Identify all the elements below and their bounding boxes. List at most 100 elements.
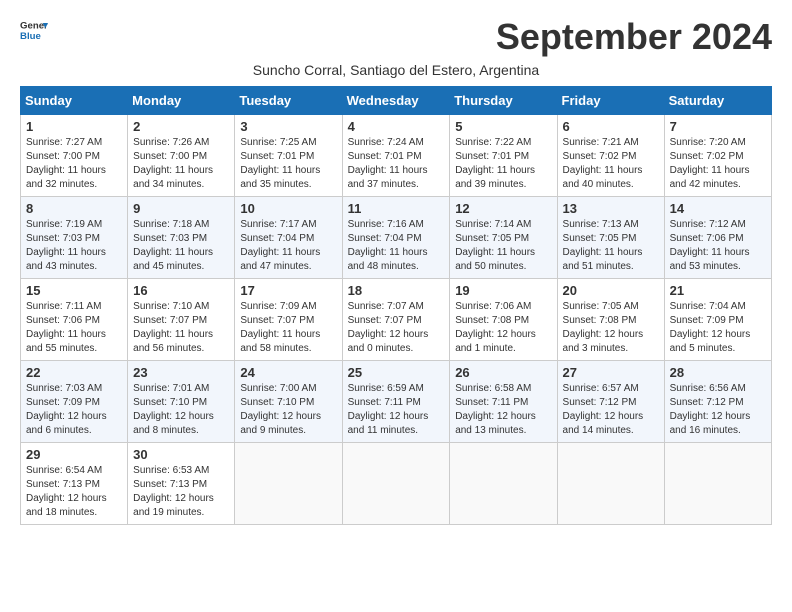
day-info: Sunrise: 7:24 AM Sunset: 7:01 PM Dayligh… — [348, 136, 445, 192]
day-info: Sunrise: 6:59 AM Sunset: 7:11 PM Dayligh… — [348, 382, 445, 438]
day-info: Sunrise: 7:22 AM Sunset: 7:01 PM Dayligh… — [455, 136, 551, 192]
calendar-cell: 29Sunrise: 6:54 AM Sunset: 7:13 PM Dayli… — [21, 443, 128, 525]
day-number: 20 — [563, 283, 659, 298]
calendar-cell: 21Sunrise: 7:04 AM Sunset: 7:09 PM Dayli… — [664, 279, 771, 361]
day-info: Sunrise: 7:10 AM Sunset: 7:07 PM Dayligh… — [133, 300, 229, 356]
day-info: Sunrise: 7:12 AM Sunset: 7:06 PM Dayligh… — [670, 218, 766, 274]
day-number: 26 — [455, 365, 551, 380]
day-info: Sunrise: 7:03 AM Sunset: 7:09 PM Dayligh… — [26, 382, 122, 438]
day-number: 11 — [348, 201, 445, 216]
calendar-cell: 18 Sunrise: 7:07 AM Sunset: 7:07 PM Dayli… — [342, 279, 450, 361]
day-number: 8 — [26, 201, 122, 216]
day-number: 18 — [348, 283, 445, 298]
day-number: 14 — [670, 201, 766, 216]
page-header: General Blue September 2024 — [20, 16, 772, 58]
day-info: Sunrise: 6:56 AM Sunset: 7:12 PM Dayligh… — [670, 382, 766, 438]
day-number: 27 — [563, 365, 659, 380]
calendar-cell: 9Sunrise: 7:18 AM Sunset: 7:03 PM Daylig… — [128, 197, 235, 279]
header-cell-friday: Friday — [557, 87, 664, 115]
calendar-cell: 15 Sunrise: 7:11 AM Sunset: 7:06 PM Dayli… — [21, 279, 128, 361]
calendar-cell — [450, 443, 557, 525]
calendar-cell — [557, 443, 664, 525]
calendar-header-row: SundayMondayTuesdayWednesdayThursdayFrid… — [21, 87, 772, 115]
calendar-cell — [235, 443, 342, 525]
calendar-cell: 19Sunrise: 7:06 AM Sunset: 7:08 PM Dayli… — [450, 279, 557, 361]
calendar-cell: 3 Sunrise: 7:25 AM Sunset: 7:01 PM Daylig… — [235, 115, 342, 197]
calendar-week-3: 15 Sunrise: 7:11 AM Sunset: 7:06 PM Dayli… — [21, 279, 772, 361]
calendar-week-2: 8 Sunrise: 7:19 AM Sunset: 7:03 PM Daylig… — [21, 197, 772, 279]
calendar-cell: 10 Sunrise: 7:17 AM Sunset: 7:04 PM Dayli… — [235, 197, 342, 279]
calendar-cell: 17 Sunrise: 7:09 AM Sunset: 7:07 PM Dayli… — [235, 279, 342, 361]
day-number: 2 — [133, 119, 229, 134]
calendar-body: 1 Sunrise: 7:27 AM Sunset: 7:00 PM Daylig… — [21, 115, 772, 525]
month-title: September 2024 — [496, 16, 772, 58]
day-number: 5 — [455, 119, 551, 134]
header-cell-saturday: Saturday — [664, 87, 771, 115]
day-info: Sunrise: 7:27 AM Sunset: 7:00 PM Dayligh… — [26, 136, 122, 192]
day-number: 25 — [348, 365, 445, 380]
header-cell-sunday: Sunday — [21, 87, 128, 115]
day-number: 13 — [563, 201, 659, 216]
calendar-cell: 14 Sunrise: 7:12 AM Sunset: 7:06 PM Dayli… — [664, 197, 771, 279]
calendar-cell: 4 Sunrise: 7:24 AM Sunset: 7:01 PM Daylig… — [342, 115, 450, 197]
day-info: Sunrise: 7:11 AM Sunset: 7:06 PM Dayligh… — [26, 300, 122, 356]
day-info: Sunrise: 7:09 AM Sunset: 7:07 PM Dayligh… — [240, 300, 336, 356]
day-number: 24 — [240, 365, 336, 380]
day-number: 3 — [240, 119, 336, 134]
svg-text:Blue: Blue — [20, 31, 41, 42]
calendar-week-5: 29Sunrise: 6:54 AM Sunset: 7:13 PM Dayli… — [21, 443, 772, 525]
day-info: Sunrise: 6:54 AM Sunset: 7:13 PM Dayligh… — [26, 464, 122, 520]
calendar-cell: 2Sunrise: 7:26 AM Sunset: 7:00 PM Daylig… — [128, 115, 235, 197]
calendar-cell: 30Sunrise: 6:53 AM Sunset: 7:13 PM Dayli… — [128, 443, 235, 525]
day-info: Sunrise: 7:21 AM Sunset: 7:02 PM Dayligh… — [563, 136, 659, 192]
day-number: 12 — [455, 201, 551, 216]
day-info: Sunrise: 7:17 AM Sunset: 7:04 PM Dayligh… — [240, 218, 336, 274]
day-info: Sunrise: 7:19 AM Sunset: 7:03 PM Dayligh… — [26, 218, 122, 274]
day-info: Sunrise: 7:14 AM Sunset: 7:05 PM Dayligh… — [455, 218, 551, 274]
day-info: Sunrise: 7:16 AM Sunset: 7:04 PM Dayligh… — [348, 218, 445, 274]
calendar-cell: 11 Sunrise: 7:16 AM Sunset: 7:04 PM Dayli… — [342, 197, 450, 279]
day-info: Sunrise: 7:05 AM Sunset: 7:08 PM Dayligh… — [563, 300, 659, 356]
day-number: 22 — [26, 365, 122, 380]
day-info: Sunrise: 6:57 AM Sunset: 7:12 PM Dayligh… — [563, 382, 659, 438]
calendar-cell: 16 Sunrise: 7:10 AM Sunset: 7:07 PM Dayli… — [128, 279, 235, 361]
day-info: Sunrise: 7:18 AM Sunset: 7:03 PM Dayligh… — [133, 218, 229, 274]
day-info: Sunrise: 6:53 AM Sunset: 7:13 PM Dayligh… — [133, 464, 229, 520]
day-number: 7 — [670, 119, 766, 134]
calendar-cell: 26 Sunrise: 6:58 AM Sunset: 7:11 PM Dayli… — [450, 361, 557, 443]
day-number: 15 — [26, 283, 122, 298]
day-number: 17 — [240, 283, 336, 298]
day-info: Sunrise: 7:04 AM Sunset: 7:09 PM Dayligh… — [670, 300, 766, 356]
calendar-week-4: 22 Sunrise: 7:03 AM Sunset: 7:09 PM Dayli… — [21, 361, 772, 443]
calendar-cell: 22 Sunrise: 7:03 AM Sunset: 7:09 PM Dayli… — [21, 361, 128, 443]
day-info: Sunrise: 7:20 AM Sunset: 7:02 PM Dayligh… — [670, 136, 766, 192]
day-number: 23 — [133, 365, 229, 380]
day-info: Sunrise: 7:07 AM Sunset: 7:07 PM Dayligh… — [348, 300, 445, 356]
day-number: 16 — [133, 283, 229, 298]
calendar-cell — [342, 443, 450, 525]
calendar-cell — [664, 443, 771, 525]
day-number: 1 — [26, 119, 122, 134]
calendar-cell: 1 Sunrise: 7:27 AM Sunset: 7:00 PM Daylig… — [21, 115, 128, 197]
day-info: Sunrise: 7:06 AM Sunset: 7:08 PM Dayligh… — [455, 300, 551, 356]
calendar-table: SundayMondayTuesdayWednesdayThursdayFrid… — [20, 86, 772, 525]
calendar-cell: 24Sunrise: 7:00 AM Sunset: 7:10 PM Dayli… — [235, 361, 342, 443]
subtitle: Suncho Corral, Santiago del Estero, Arge… — [20, 62, 772, 78]
day-info: Sunrise: 6:58 AM Sunset: 7:11 PM Dayligh… — [455, 382, 551, 438]
calendar-cell: 6Sunrise: 7:21 AM Sunset: 7:02 PM Daylig… — [557, 115, 664, 197]
logo-icon: General Blue — [20, 16, 48, 44]
day-info: Sunrise: 7:25 AM Sunset: 7:01 PM Dayligh… — [240, 136, 336, 192]
svg-text:General: General — [20, 20, 48, 31]
calendar-cell: 28 Sunrise: 6:56 AM Sunset: 7:12 PM Dayli… — [664, 361, 771, 443]
day-info: Sunrise: 7:01 AM Sunset: 7:10 PM Dayligh… — [133, 382, 229, 438]
calendar-cell: 13Sunrise: 7:13 AM Sunset: 7:05 PM Dayli… — [557, 197, 664, 279]
day-number: 4 — [348, 119, 445, 134]
day-number: 28 — [670, 365, 766, 380]
calendar-cell: 8 Sunrise: 7:19 AM Sunset: 7:03 PM Daylig… — [21, 197, 128, 279]
calendar-cell: 5 Sunrise: 7:22 AM Sunset: 7:01 PM Daylig… — [450, 115, 557, 197]
day-number: 10 — [240, 201, 336, 216]
calendar-week-1: 1 Sunrise: 7:27 AM Sunset: 7:00 PM Daylig… — [21, 115, 772, 197]
logo: General Blue — [20, 16, 48, 44]
header-cell-monday: Monday — [128, 87, 235, 115]
calendar-cell: 23 Sunrise: 7:01 AM Sunset: 7:10 PM Dayli… — [128, 361, 235, 443]
